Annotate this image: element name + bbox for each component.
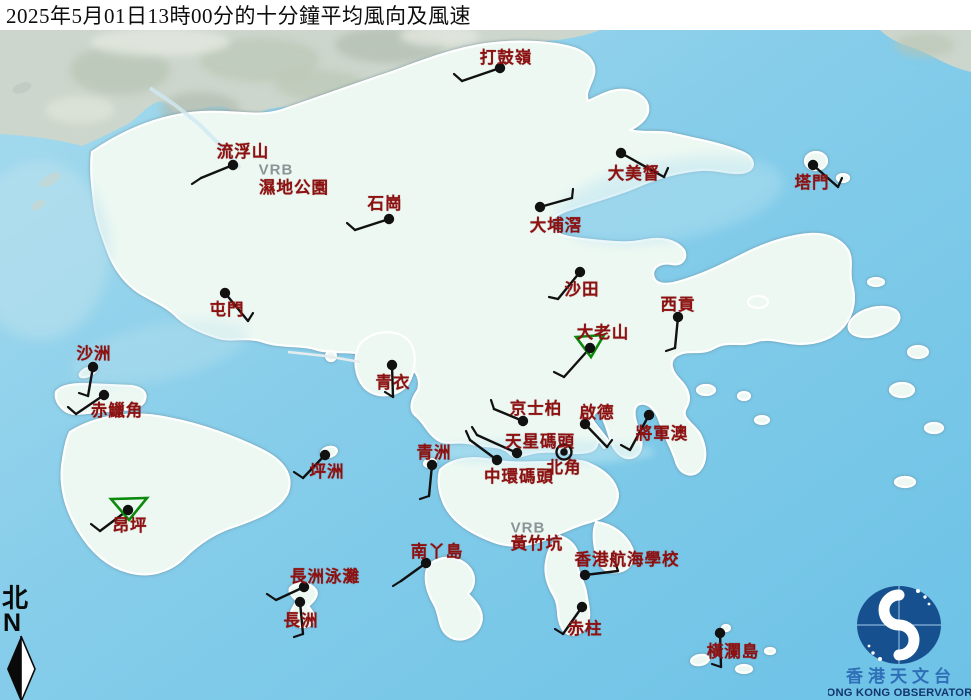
north-arrow-icon xyxy=(2,634,42,700)
north-compass: 北 N xyxy=(2,586,46,700)
hko-logo-cn: 香港天文台 xyxy=(846,666,956,687)
title-bar: 2025年5月01日13時00分的十分鐘平均風向及風速 xyxy=(0,0,971,30)
wind-map-canvas: 打鼓嶺流浮山VRB濕地公園石崗大美督塔門大埔滘沙田西貢大老山屯門沙洲赤鱲角青衣京… xyxy=(0,0,971,700)
hko-logo-icon: 香港天文台 HONG KONG OBSERVATORY xyxy=(828,578,971,700)
north-letter-label: N xyxy=(3,612,46,634)
hko-logo: 香港天文台 HONG KONG OBSERVATORY xyxy=(828,578,971,700)
hko-logo-en: HONG KONG OBSERVATORY xyxy=(828,687,971,699)
hong-kong-map xyxy=(0,0,971,700)
map-title: 2025年5月01日13時00分的十分鐘平均風向及風速 xyxy=(0,0,471,30)
